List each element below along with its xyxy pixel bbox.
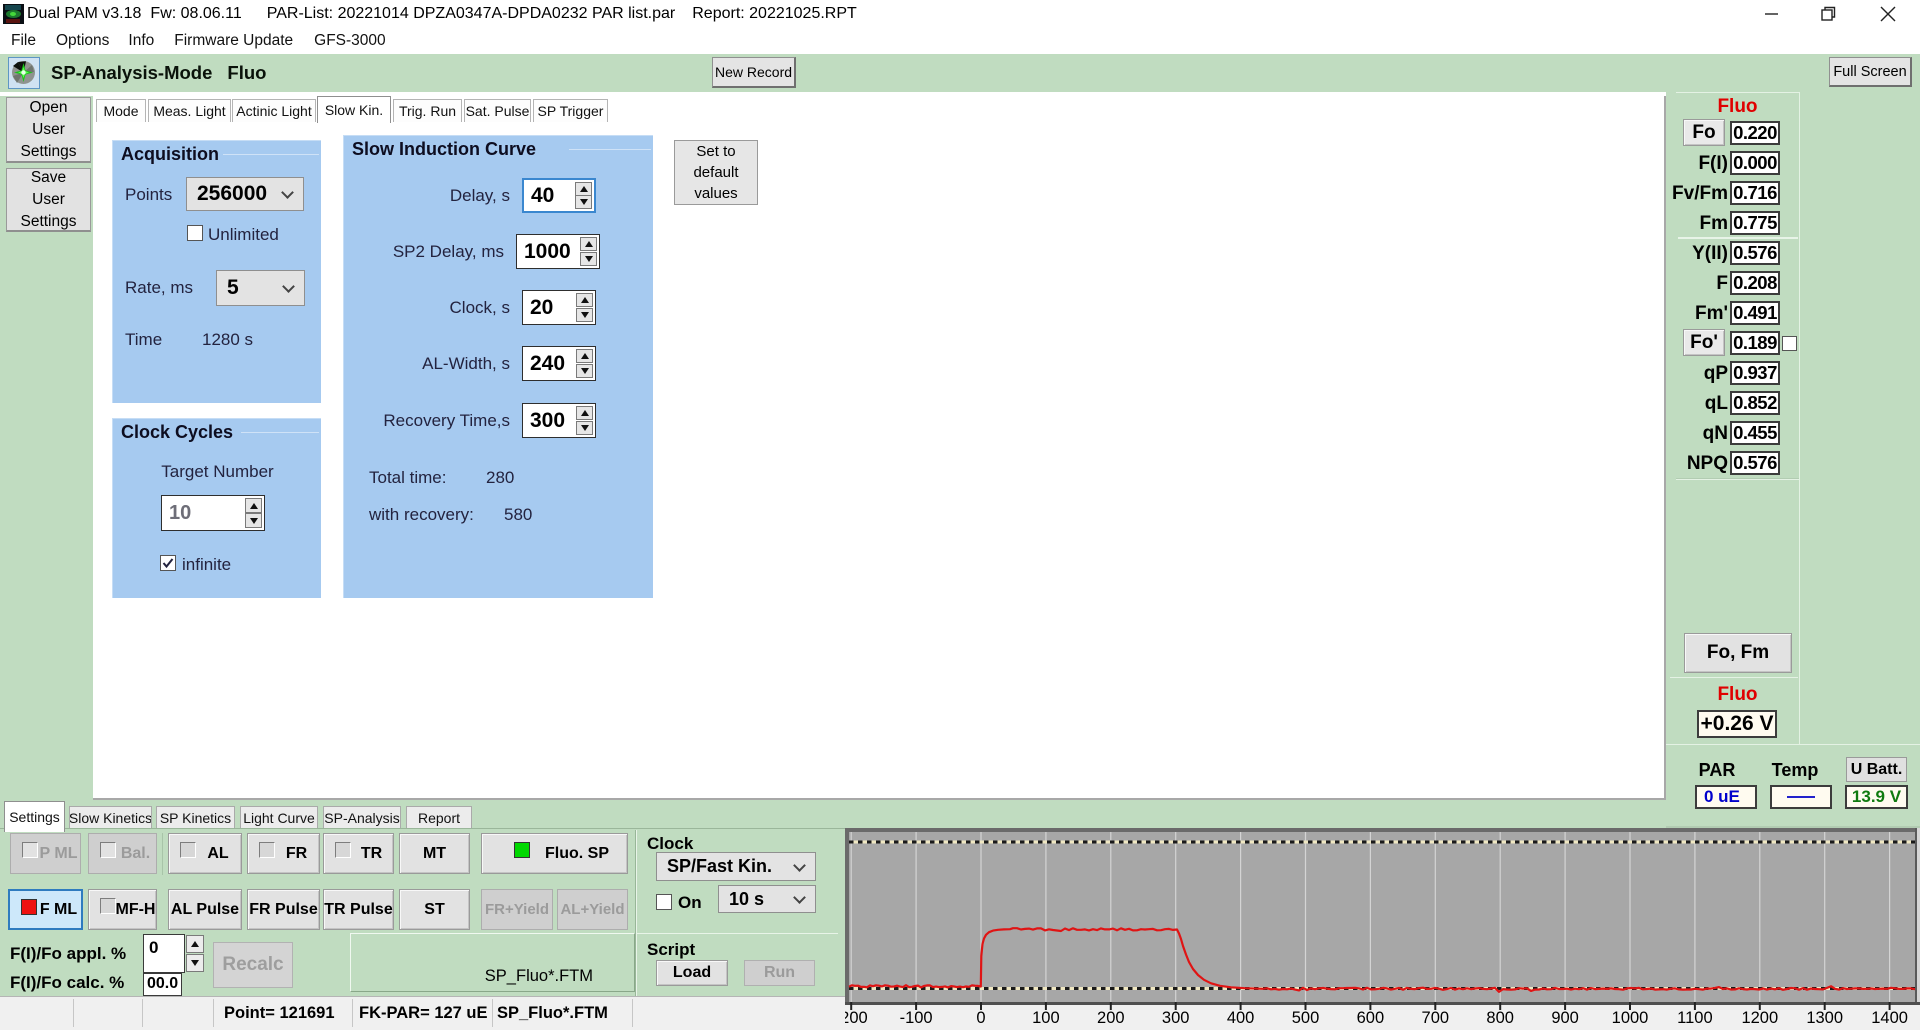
- svg-text:300: 300: [1162, 1009, 1190, 1027]
- svg-text:-200: -200: [845, 1009, 868, 1027]
- svg-text:1200: 1200: [1741, 1009, 1778, 1027]
- svg-text:1400: 1400: [1871, 1009, 1908, 1027]
- svg-text:100: 100: [1032, 1009, 1060, 1027]
- svg-text:500: 500: [1292, 1009, 1320, 1027]
- svg-text:600: 600: [1357, 1009, 1385, 1027]
- svg-text:800: 800: [1486, 1009, 1514, 1027]
- svg-text:900: 900: [1551, 1009, 1579, 1027]
- svg-text:1000: 1000: [1612, 1009, 1649, 1027]
- svg-text:400: 400: [1227, 1009, 1255, 1027]
- svg-text:0: 0: [976, 1009, 985, 1027]
- svg-text:700: 700: [1422, 1009, 1450, 1027]
- svg-text:200: 200: [1097, 1009, 1125, 1027]
- svg-text:-100: -100: [900, 1009, 933, 1027]
- svg-text:1100: 1100: [1677, 1009, 1712, 1027]
- svg-text:1300: 1300: [1806, 1009, 1843, 1027]
